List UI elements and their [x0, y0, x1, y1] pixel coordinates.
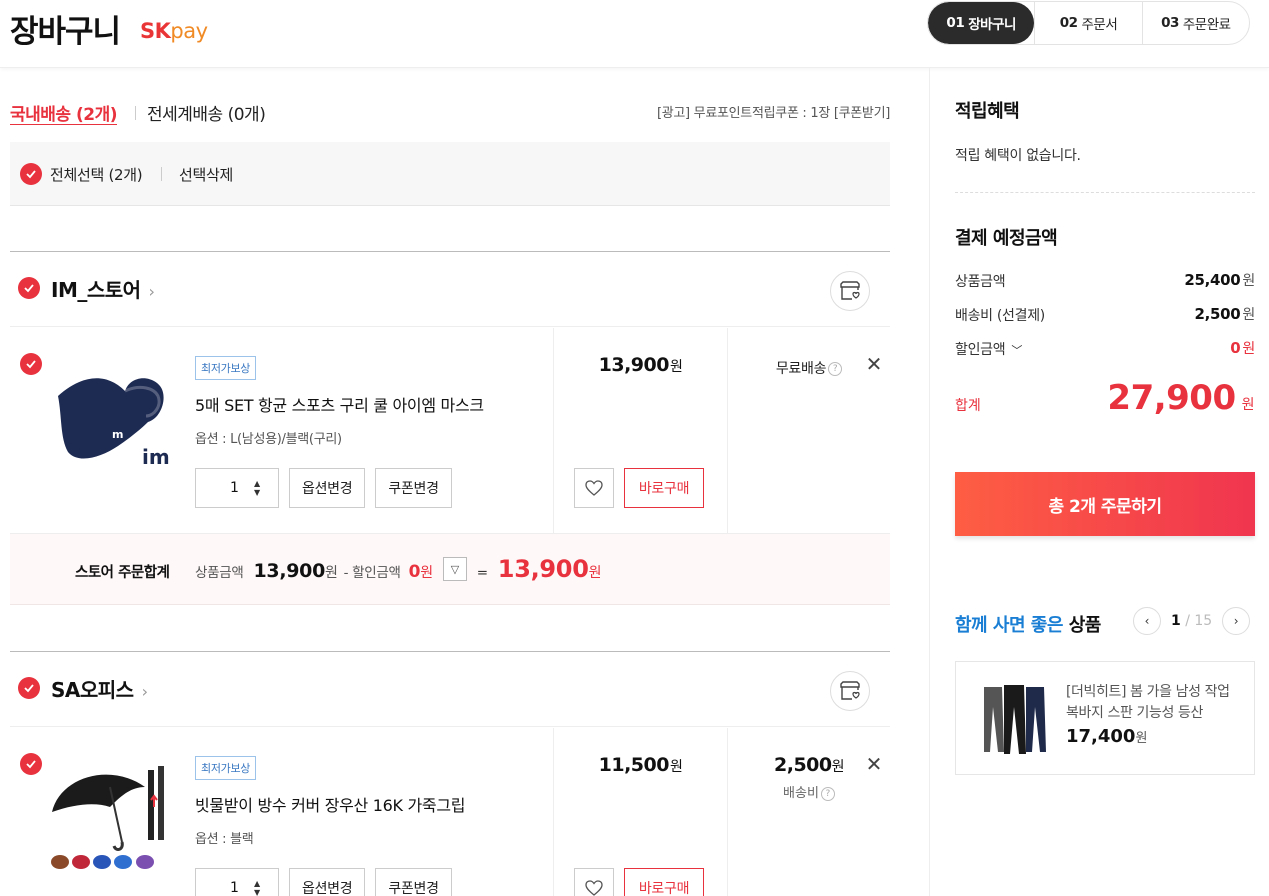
store-favorite-icon[interactable] — [830, 671, 870, 711]
divider — [955, 192, 1255, 193]
product-image-mask[interactable]: m im — [50, 366, 170, 476]
store-name-link[interactable]: IM_스토어 › — [51, 274, 155, 303]
tab-global[interactable]: 전세계배송 (0개) — [147, 100, 266, 125]
product-image-umbrella[interactable] — [50, 762, 170, 872]
payment-title: 결제 예정금액 — [955, 228, 1058, 249]
recommend-product-price: 17,400원 — [1066, 726, 1148, 747]
recommend-title: 함께 사면 좋은 상품 — [955, 615, 1101, 636]
chevron-right-icon: › — [148, 282, 155, 301]
lowest-price-badge: 최저가보상 — [195, 356, 257, 380]
item-info: 최저가보상 5매 SET 항균 스포츠 구리 쿨 아이엠 마스크 옵션 : L(… — [195, 356, 545, 447]
cart-item: 최저가보상 빗물받이 방수 커버 장우산 16K 가죽그립 옵션 : 블랙 1 ▲… — [10, 728, 890, 896]
store-favorite-icon[interactable] — [830, 271, 870, 311]
cart-item: m im 최저가보상 5매 SET 항균 스포츠 구리 쿨 아이엠 마스크 옵션… — [10, 328, 890, 534]
close-icon[interactable]: ✕ — [864, 354, 884, 374]
coupon-ad-link[interactable]: [광고] 무료포인트적립쿠폰 : 1장 [쿠폰받기] — [657, 102, 890, 121]
store-checkbox[interactable] — [18, 277, 40, 299]
change-coupon-button[interactable]: 쿠폰변경 — [375, 868, 452, 896]
order-button[interactable]: 총 2개 주문하기 — [955, 472, 1255, 536]
close-icon[interactable]: ✕ — [864, 754, 884, 774]
select-all-checkbox[interactable] — [20, 163, 42, 185]
tab-domestic[interactable]: 국내배송 (2개) — [10, 100, 118, 125]
recommend-product-card[interactable]: [더빅히트] 봄 가을 남성 작업복바지 스판 기능성 등산 17,400원 — [955, 661, 1255, 775]
total-amount: 27,900 원 — [1107, 378, 1254, 418]
buy-now-button[interactable]: 바로구매 — [624, 468, 704, 508]
chevron-right-icon: › — [141, 682, 148, 701]
item-price: 13,900원 — [598, 354, 683, 376]
product-option: 옵션 : 블랙 — [195, 832, 254, 847]
summary-row-product: 상품금액 25,400 원 — [955, 271, 1255, 290]
change-coupon-button[interactable]: 쿠폰변경 — [375, 468, 452, 508]
stepper-arrows-icon[interactable]: ▲ ▼ — [254, 879, 260, 896]
step-order-complete: 03 주문완료 — [1141, 2, 1249, 44]
change-option-button[interactable]: 옵션변경 — [289, 468, 366, 508]
store-header: SA오피스 › — [10, 651, 890, 727]
benefit-title: 적립혜택 — [955, 101, 1020, 122]
divider — [135, 106, 136, 120]
help-icon[interactable]: ? — [828, 362, 843, 376]
change-option-button[interactable]: 옵션변경 — [289, 868, 366, 896]
chevron-left-icon[interactable]: ‹ — [1133, 607, 1161, 635]
chevron-down-icon[interactable]: ﹀ — [1011, 344, 1022, 357]
page-indicator: 1 / 15 — [1171, 613, 1213, 629]
shipping-fee-label: 배송비? — [728, 782, 890, 801]
store-checkbox[interactable] — [18, 677, 40, 699]
header: 장바구니 SKpay 01 장바구니 02 주문서 03 주문완료 — [0, 0, 1269, 68]
help-icon[interactable]: ? — [820, 786, 835, 801]
page-title: 장바구니 — [10, 14, 121, 50]
quantity-stepper[interactable]: 1 ▲ ▼ — [195, 868, 279, 896]
product-name[interactable]: 5매 SET 항균 스포츠 구리 쿨 아이엠 마스크 — [195, 392, 545, 416]
item-info: 최저가보상 빗물받이 방수 커버 장우산 16K 가죽그립 옵션 : 블랙 — [195, 756, 545, 847]
svg-text:im: im — [142, 445, 170, 469]
step-cart: 01 장바구니 — [928, 2, 1035, 44]
summary-row-shipping: 배송비 (선결제) 2,500 원 — [955, 305, 1255, 324]
select-bar: 전체선택 (2개) 선택삭제 — [10, 142, 890, 206]
quantity-stepper[interactable]: 1 ▲ ▼ — [195, 468, 279, 508]
recommend-pager: ‹ 1 / 15 › — [1133, 607, 1251, 635]
total-label: 합계 — [955, 398, 981, 414]
lowest-price-badge: 최저가보상 — [195, 756, 257, 780]
step-order-form: 02 주문서 — [1034, 2, 1141, 44]
select-all-label[interactable]: 전체선택 (2개) — [50, 164, 143, 185]
svg-text:m: m — [112, 428, 123, 441]
buy-now-button[interactable]: 바로구매 — [624, 868, 704, 896]
shipping-tabs: 국내배송 (2개) 전세계배송 (0개) [광고] 무료포인트적립쿠폰 : 1장… — [10, 98, 890, 128]
product-option: 옵션 : L(남성용)/블랙(구리) — [195, 432, 342, 447]
product-image-pants[interactable] — [974, 682, 1054, 757]
order-summary-panel: 적립혜택 적립 혜택이 없습니다. 결제 예정금액 상품금액 25,400 원 배… — [929, 68, 1269, 896]
benefit-text: 적립 혜택이 없습니다. — [955, 148, 1081, 164]
store-name-link[interactable]: SA오피스 › — [51, 674, 148, 703]
store-order-total: 스토어 주문합계 상품금액 13,900 원 - 할인금액 0원 ▽ = 13,9… — [10, 534, 890, 605]
stepper-arrows-icon[interactable]: ▲ ▼ — [254, 479, 260, 497]
item-controls: 1 ▲ ▼ 옵션변경 쿠폰변경 — [195, 868, 452, 896]
delete-selected-button[interactable]: 선택삭제 — [179, 164, 233, 185]
store-total-breakdown: 상품금액 13,900 원 - 할인금액 0원 ▽ = 13,900 원 — [195, 555, 602, 583]
item-controls: 1 ▲ ▼ 옵션변경 쿠폰변경 — [195, 468, 452, 508]
item-checkbox[interactable] — [20, 353, 42, 375]
store-total-label: 스토어 주문합계 — [75, 565, 170, 581]
wishlist-heart-button[interactable] — [574, 868, 614, 896]
item-checkbox[interactable] — [20, 753, 42, 775]
product-name[interactable]: 빗물받이 방수 커버 장우산 16K 가죽그립 — [195, 792, 545, 816]
skpay-logo: SKpay — [140, 19, 208, 43]
store-header: IM_스토어 › — [10, 251, 890, 327]
item-price: 11,500원 — [598, 754, 683, 776]
chevron-right-icon[interactable]: › — [1222, 607, 1251, 635]
chevron-down-icon[interactable]: ▽ — [442, 557, 467, 581]
wishlist-heart-button[interactable] — [574, 468, 614, 508]
recommend-product-name[interactable]: [더빅히트] 봄 가을 남성 작업복바지 스판 기능성 등산 — [1066, 682, 1241, 724]
summary-row-discount[interactable]: 할인금액 ﹀ 0원 — [955, 339, 1255, 359]
divider — [161, 167, 162, 181]
order-steps: 01 장바구니 02 주문서 03 주문완료 — [927, 1, 1250, 45]
